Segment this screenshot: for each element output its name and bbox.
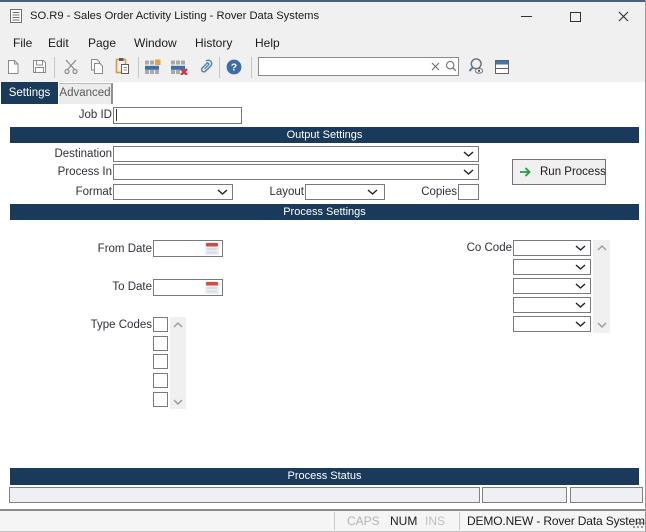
svg-text:?: ? xyxy=(231,62,237,74)
